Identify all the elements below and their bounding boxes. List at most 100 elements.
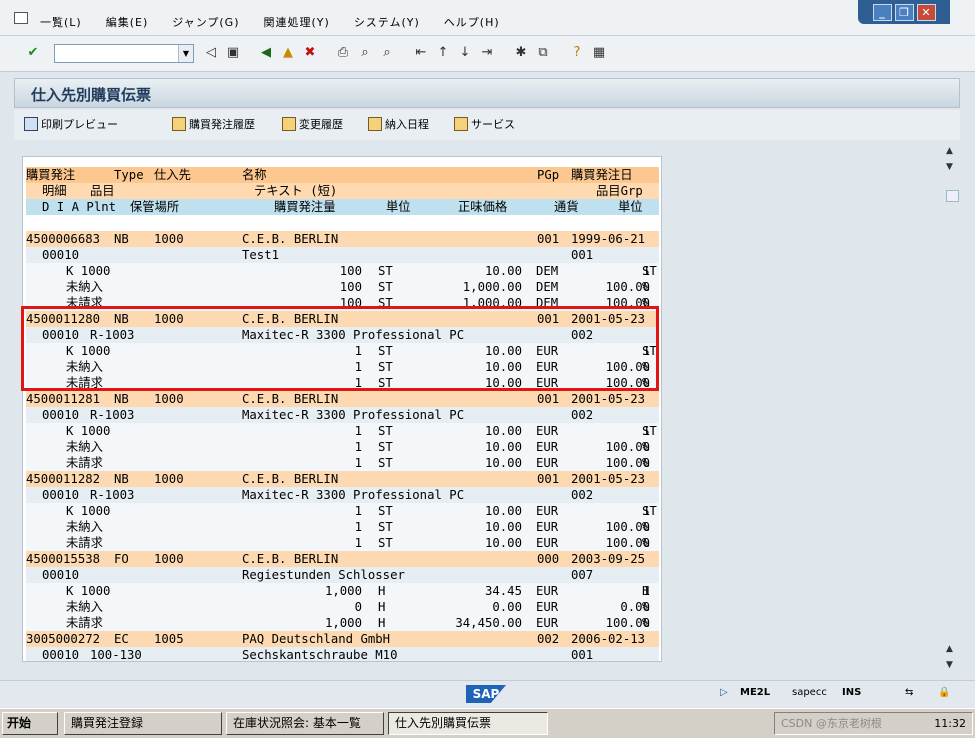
item-short-text[interactable]: Sechskantschraube M10 bbox=[242, 647, 397, 661]
line-per[interactable]: 100.00 bbox=[578, 535, 650, 551]
line-label[interactable]: K 1000 bbox=[66, 583, 110, 599]
help-icon[interactable]: ? bbox=[568, 44, 586, 62]
item-short-text[interactable]: Maxitec-R 3300 Professional PC bbox=[242, 487, 464, 503]
services-button[interactable]: サービス bbox=[454, 116, 515, 132]
line-cur[interactable]: EUR bbox=[536, 455, 558, 471]
line-label[interactable]: 未請求 bbox=[66, 455, 103, 471]
line-cur[interactable]: DEM bbox=[536, 263, 558, 279]
line-pu[interactable]: ST bbox=[642, 423, 657, 439]
vertical-scrollbar[interactable]: ▲ ▼ ▲ ▼ bbox=[944, 146, 960, 676]
vendor-name[interactable]: C.E.B. BERLIN bbox=[242, 551, 338, 567]
line-label[interactable]: 未納入 bbox=[66, 279, 103, 295]
po-number[interactable]: 3005000272 bbox=[26, 631, 100, 647]
line-per[interactable]: 0.00 bbox=[578, 599, 650, 615]
material-number[interactable]: R-1003 bbox=[90, 407, 134, 423]
scroll-thumb[interactable] bbox=[946, 190, 959, 202]
line-qty[interactable]: 100 bbox=[258, 279, 362, 295]
close-button[interactable]: ✕ bbox=[916, 3, 936, 21]
purchasing-group[interactable]: 001 bbox=[537, 471, 559, 487]
start-button[interactable]: 开始 bbox=[2, 712, 58, 735]
line-unit[interactable]: ST bbox=[378, 455, 393, 471]
menu-help[interactable]: ヘルプ(H) bbox=[444, 14, 500, 30]
po-type[interactable]: FO bbox=[114, 551, 129, 567]
change-history-button[interactable]: 変更履歴 bbox=[282, 116, 343, 132]
line-unit[interactable]: ST bbox=[378, 519, 393, 535]
vendor-name[interactable]: C.E.B. BERLIN bbox=[242, 471, 338, 487]
print-preview-button[interactable]: 印刷プレビュー bbox=[24, 116, 118, 132]
previous-page-icon[interactable]: ↑ bbox=[434, 44, 452, 62]
line-qty[interactable]: 1 bbox=[258, 439, 362, 455]
menu-list[interactable]: 一覧(L) bbox=[40, 14, 82, 30]
material-group[interactable]: 002 bbox=[571, 487, 593, 503]
material-group[interactable]: 002 bbox=[571, 407, 593, 423]
minimize-button[interactable]: _ bbox=[872, 3, 892, 21]
item-short-text[interactable]: Regiestunden Schlosser bbox=[242, 567, 405, 583]
po-number[interactable]: 4500011282 bbox=[26, 471, 100, 487]
line-price[interactable]: 0.00 bbox=[418, 599, 522, 615]
layout-menu-icon[interactable]: ▦ bbox=[590, 44, 608, 62]
task-po-create[interactable]: 購買発注登録 bbox=[64, 712, 222, 735]
menu-goto[interactable]: ジャンプ(G) bbox=[172, 14, 239, 30]
line-unit[interactable]: H bbox=[378, 599, 385, 615]
line-price[interactable]: 34.45 bbox=[418, 583, 522, 599]
line-cur[interactable]: EUR bbox=[536, 615, 558, 631]
material-group[interactable]: 007 bbox=[571, 567, 593, 583]
purchasing-group[interactable]: 001 bbox=[537, 231, 559, 247]
system-menu-icon[interactable] bbox=[14, 12, 28, 24]
next-page-icon[interactable]: ↓ bbox=[456, 44, 474, 62]
po-type[interactable]: NB bbox=[114, 471, 129, 487]
find-next-icon[interactable]: ⌕ bbox=[378, 44, 396, 62]
menu-edit[interactable]: 編集(E) bbox=[106, 14, 149, 30]
line-price[interactable]: 10.00 bbox=[418, 535, 522, 551]
line-pu[interactable]: % bbox=[642, 279, 649, 295]
line-label[interactable]: 未請求 bbox=[66, 535, 103, 551]
line-pu[interactable]: % bbox=[642, 615, 649, 631]
line-per[interactable]: 1 bbox=[578, 503, 650, 519]
page-up-icon[interactable]: ▼ bbox=[946, 162, 953, 172]
item-number[interactable]: 00010 bbox=[42, 487, 79, 503]
menu-environment[interactable]: 関連処理(Y) bbox=[264, 14, 330, 30]
line-pu[interactable]: % bbox=[642, 599, 649, 615]
line-qty[interactable]: 1,000 bbox=[258, 583, 362, 599]
create-session-icon[interactable]: ✱ bbox=[512, 44, 530, 62]
material-number[interactable]: 100-130 bbox=[90, 647, 142, 661]
purchasing-group[interactable]: 000 bbox=[537, 551, 559, 567]
material-group[interactable]: 001 bbox=[571, 247, 593, 263]
menu-system[interactable]: システム(Y) bbox=[354, 14, 420, 30]
po-number[interactable]: 4500011281 bbox=[26, 391, 100, 407]
line-unit[interactable]: ST bbox=[378, 535, 393, 551]
line-cur[interactable]: EUR bbox=[536, 599, 558, 615]
line-cur[interactable]: EUR bbox=[536, 423, 558, 439]
first-page-icon[interactable]: ⇤ bbox=[412, 44, 430, 62]
task-stock-overview[interactable]: 在庫状況照会: 基本一覧 bbox=[226, 712, 384, 735]
po-date[interactable]: 1999-06-21 bbox=[571, 231, 645, 247]
po-type[interactable]: NB bbox=[114, 391, 129, 407]
po-history-button[interactable]: 購買発注履歴 bbox=[172, 116, 255, 132]
task-po-by-vendor[interactable]: 仕入先別購買伝票 bbox=[388, 712, 548, 735]
line-cur[interactable]: EUR bbox=[536, 583, 558, 599]
item-number[interactable]: 00010 bbox=[42, 247, 79, 263]
po-number[interactable]: 4500015538 bbox=[26, 551, 100, 567]
save-icon[interactable]: ▣ bbox=[224, 44, 242, 62]
po-number[interactable]: 4500006683 bbox=[26, 231, 100, 247]
scroll-down-icon[interactable]: ▼ bbox=[946, 660, 953, 670]
scroll-up-icon[interactable]: ▲ bbox=[946, 146, 953, 156]
line-label[interactable]: K 1000 bbox=[66, 503, 110, 519]
vendor-number[interactable]: 1000 bbox=[154, 231, 184, 247]
line-pu[interactable]: % bbox=[642, 519, 649, 535]
line-qty[interactable]: 0 bbox=[258, 599, 362, 615]
line-cur[interactable]: EUR bbox=[536, 503, 558, 519]
line-pu[interactable]: ST bbox=[642, 503, 657, 519]
restore-button[interactable]: ❐ bbox=[894, 3, 914, 21]
line-unit[interactable]: H bbox=[378, 583, 385, 599]
item-number[interactable]: 00010 bbox=[42, 407, 79, 423]
shortcut-icon[interactable]: ⧉ bbox=[534, 44, 552, 62]
vendor-name[interactable]: C.E.B. BERLIN bbox=[242, 391, 338, 407]
line-label[interactable]: 未納入 bbox=[66, 519, 103, 535]
vendor-number[interactable]: 1000 bbox=[154, 551, 184, 567]
vendor-name[interactable]: C.E.B. BERLIN bbox=[242, 231, 338, 247]
enter-check-icon[interactable]: ✔ bbox=[24, 44, 42, 62]
line-unit[interactable]: ST bbox=[378, 263, 393, 279]
po-date[interactable]: 2001-05-23 bbox=[571, 391, 645, 407]
purchasing-group[interactable]: 001 bbox=[537, 391, 559, 407]
